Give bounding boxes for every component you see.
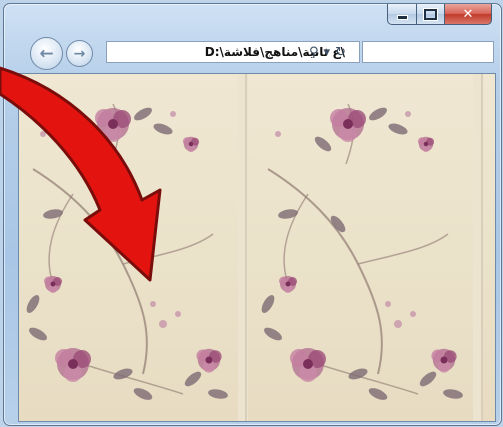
caption-buttons: ✕ bbox=[387, 4, 492, 25]
maximize-icon bbox=[424, 8, 437, 20]
close-icon: ✕ bbox=[462, 6, 474, 22]
search-input[interactable] bbox=[362, 41, 494, 63]
maximize-button[interactable] bbox=[417, 4, 445, 25]
address-tools: ⚲ ▾ ↻ bbox=[309, 41, 346, 63]
close-button[interactable]: ✕ bbox=[445, 4, 492, 25]
minimize-icon bbox=[396, 15, 408, 20]
search-icon[interactable]: ⚲ bbox=[309, 45, 319, 60]
minimize-button[interactable] bbox=[387, 4, 417, 25]
dropdown-icon[interactable]: ▾ bbox=[324, 45, 331, 60]
red-arrow-icon bbox=[0, 66, 162, 282]
refresh-icon[interactable]: ↻ bbox=[335, 45, 346, 60]
